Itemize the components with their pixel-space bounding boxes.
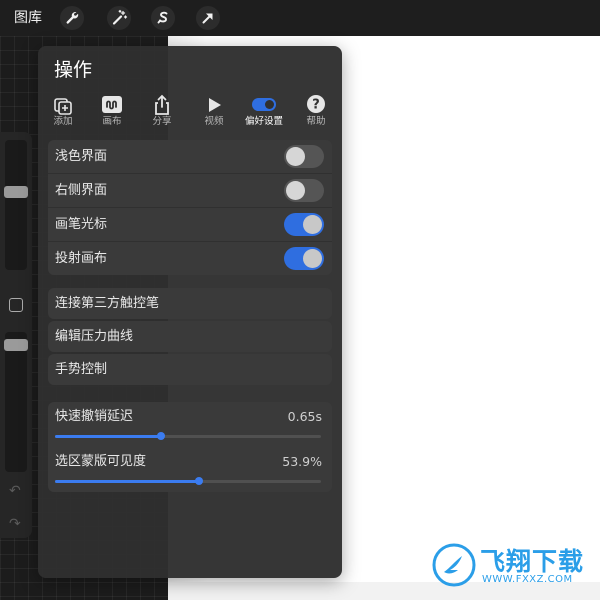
arrow-transform-icon[interactable]: [195, 5, 221, 31]
selection-s-icon[interactable]: [150, 5, 176, 31]
project-canvas-row: 投射画布: [48, 242, 332, 275]
light-interface-toggle[interactable]: [284, 145, 324, 168]
row-label: 浅色界面: [55, 149, 108, 164]
tab-preferences[interactable]: 偏好设置: [239, 94, 289, 130]
tab-label: 画布: [102, 116, 122, 127]
light-interface-row: 浅色界面: [48, 140, 332, 174]
panel-title: 操作: [54, 59, 93, 81]
selection-mask-visibility-slider[interactable]: [55, 477, 321, 485]
toggle-knob: [286, 181, 305, 200]
play-icon: [209, 98, 221, 112]
slider-thumb[interactable]: [194, 477, 203, 485]
tab-label: 帮助: [306, 116, 326, 127]
magic-wand-icon[interactable]: [106, 5, 132, 31]
tab-help[interactable]: ? 帮助: [291, 94, 341, 130]
toggle-icon: [252, 98, 276, 111]
toggle-knob: [286, 147, 305, 166]
tab-label: 添加: [53, 116, 73, 127]
project-canvas-toggle[interactable]: [284, 247, 324, 270]
slider-fill: [55, 480, 199, 483]
tab-share[interactable]: 分享: [137, 94, 187, 130]
row-label: 连接第三方触控笔: [55, 296, 160, 311]
canvas-wave-icon: [102, 96, 122, 113]
brush-size-slider[interactable]: [5, 140, 27, 270]
add-layer-icon: [54, 98, 72, 115]
brush-cursor-toggle[interactable]: [284, 213, 324, 236]
opacity-thumb[interactable]: [4, 339, 28, 351]
preference-sliders: 快速撤销延迟 0.65s 选区蒙版可见度 53.9%: [48, 402, 332, 492]
opacity-slider[interactable]: [5, 332, 27, 472]
slider-fill: [55, 435, 162, 438]
brush-cursor-row: 画笔光标: [48, 208, 332, 242]
slider-label: 快速撤销延迟: [55, 409, 134, 424]
row-label: 编辑压力曲线: [55, 329, 134, 344]
quick-undo-delay-slider[interactable]: [55, 432, 321, 440]
redo-icon[interactable]: ↷: [9, 516, 21, 532]
right-interface-row: 右侧界面: [48, 174, 332, 208]
tab-canvas[interactable]: 画布: [87, 94, 137, 130]
interface-toggles: 浅色界面 右侧界面 画笔光标 投射画布: [48, 140, 332, 275]
row-label: 右侧界面: [55, 183, 108, 198]
help-icon: ?: [307, 95, 325, 113]
tab-label: 分享: [152, 116, 172, 127]
modify-button[interactable]: [9, 298, 23, 312]
wrench-icon[interactable]: [59, 5, 85, 31]
undo-icon[interactable]: ↶: [9, 483, 21, 499]
toggle-knob: [303, 249, 322, 268]
actions-tabs: 添加 画布 分享 视频 偏好设置 ? 帮助: [38, 94, 342, 130]
toggle-knob: [303, 215, 322, 234]
left-sidebar: ↶ ↷: [0, 132, 32, 538]
selection-mask-visibility-row: 选区蒙版可见度 53.9%: [48, 447, 332, 492]
watermark: 飞翔下载 WWW.FXXZ.COM: [432, 540, 592, 590]
row-label: 手势控制: [55, 362, 108, 377]
watermark-url: WWW.FXXZ.COM: [482, 574, 573, 585]
svg-text:?: ?: [312, 98, 320, 113]
top-toolbar: 图库: [0, 0, 600, 36]
edit-pressure-curve-button[interactable]: 编辑压力曲线: [48, 321, 332, 352]
slider-value: 0.65s: [287, 409, 322, 424]
right-interface-toggle[interactable]: [284, 179, 324, 202]
slider-label: 选区蒙版可见度: [55, 454, 147, 469]
share-icon: [155, 94, 169, 115]
tab-add[interactable]: 添加: [38, 94, 88, 130]
slider-value: 53.9%: [282, 454, 322, 469]
quick-undo-delay-row: 快速撤销延迟 0.65s: [48, 402, 332, 447]
watermark-logo-icon: [432, 543, 476, 587]
actions-panel: 操作 添加 画布 分享 视频 偏好设置 ? 帮助 浅色界面 右侧界面 画笔光标 …: [38, 46, 342, 578]
gesture-controls-button[interactable]: 手势控制: [48, 354, 332, 385]
row-label: 画笔光标: [55, 217, 108, 232]
connect-stylus-button[interactable]: 连接第三方触控笔: [48, 288, 332, 319]
tab-label: 偏好设置: [244, 116, 283, 127]
tab-video[interactable]: 视频: [189, 94, 239, 130]
tab-label: 视频: [204, 116, 224, 127]
gallery-button[interactable]: 图库: [14, 9, 42, 27]
watermark-name: 飞翔下载: [480, 547, 585, 576]
brush-size-thumb[interactable]: [4, 186, 28, 198]
slider-thumb[interactable]: [157, 432, 166, 440]
row-label: 投射画布: [55, 251, 108, 266]
